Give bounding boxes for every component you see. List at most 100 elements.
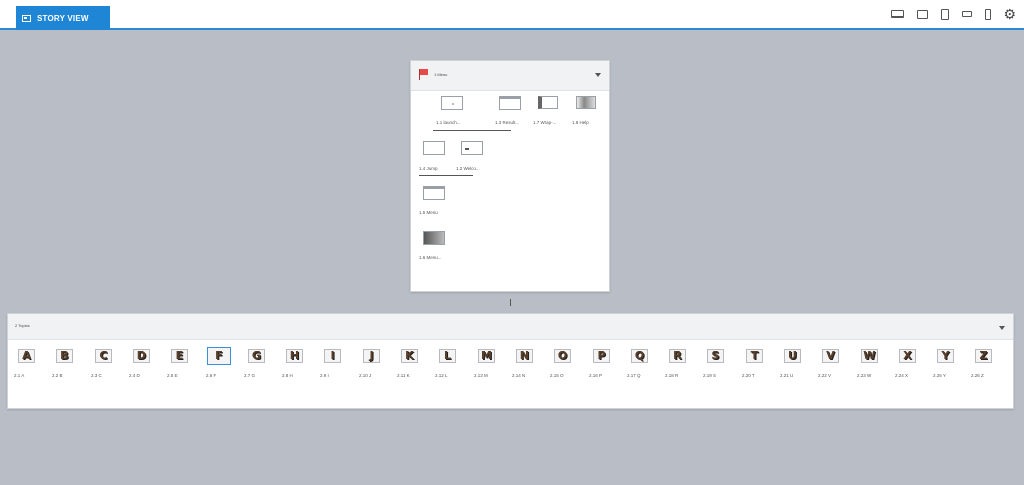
letter-image: W [863, 349, 876, 362]
slide-thumbnail[interactable]: B [56, 349, 73, 363]
slide-thumbnail[interactable]: O [554, 349, 571, 363]
tablet-landscape-icon[interactable] [962, 11, 973, 17]
top-bar: STORY VIEW ⚙ [0, 0, 1024, 30]
scene-title: 1 Menu [434, 72, 448, 77]
slide-thumbnail[interactable]: D [133, 349, 150, 363]
scene-header: 2 Topics [8, 314, 1013, 340]
slide-thumbnail[interactable]: T [746, 349, 763, 363]
slide-label: 2.15 O [550, 373, 564, 378]
slide-thumbnail[interactable]: J [363, 349, 380, 363]
letter-image: O [557, 349, 568, 362]
slide-label: 2.12 L [435, 373, 448, 378]
slide-label: 2.9 I [320, 373, 329, 378]
scene-panel-menu[interactable]: 1 Menu 1.1 launch... 1.3 Result... 1.7 W… [410, 60, 610, 292]
desktop-icon[interactable] [917, 9, 929, 19]
letter-image: D [136, 349, 147, 362]
slide-label: 2.23 W [857, 373, 872, 378]
tablet-portrait-icon[interactable] [941, 8, 950, 20]
slide-thumbnail[interactable] [423, 231, 447, 247]
slide-label: 2.2 B [52, 373, 63, 378]
slide-thumbnail[interactable] [499, 96, 523, 112]
slide-label: 1.3 Result... [495, 120, 520, 125]
letter-image: E [175, 349, 184, 362]
slide-thumbnail-image [461, 141, 483, 155]
slide-thumbnail-image [499, 96, 521, 110]
slide-label: 2.21 U [780, 373, 794, 378]
slide-thumbnail-image [423, 186, 445, 200]
slide-label: 2.18 R [665, 373, 679, 378]
slide-label: 2.7 G [244, 373, 256, 378]
letter-image: K [405, 349, 414, 362]
slide-thumbnail[interactable]: A [18, 349, 35, 363]
slide-thumbnail[interactable]: Y [937, 349, 954, 363]
slide-thumbnail[interactable] [441, 96, 465, 112]
slide-thumbnail[interactable]: S [707, 349, 724, 363]
slide-thumbnail[interactable]: E [171, 349, 188, 363]
slide-thumbnail[interactable]: C [95, 349, 112, 363]
slide-label: 1.4 Jump [419, 166, 438, 171]
slide-thumbnail[interactable]: M [478, 349, 495, 363]
slide-thumbnail[interactable]: I [324, 349, 341, 363]
slide-thumbnail[interactable]: X [899, 349, 916, 363]
slide-label: 2.1 A [14, 373, 25, 378]
slide-label: 2.11 K [397, 373, 410, 378]
story-view-tab[interactable]: STORY VIEW [16, 6, 110, 30]
slide-label: 1.1 launch... [436, 120, 461, 125]
letter-image: B [60, 349, 69, 362]
slide-thumbnail[interactable] [538, 96, 560, 112]
slide-label: 2.10 J [359, 373, 372, 378]
slide-label: 1.2 Welco... [456, 166, 480, 171]
laptop-icon[interactable] [891, 10, 905, 18]
slide-label: 2.3 C [91, 373, 102, 378]
slide-thumbnail[interactable]: K [401, 349, 418, 363]
letter-image: L [443, 349, 451, 362]
letter-image: U [788, 349, 797, 362]
story-view-icon [22, 14, 31, 22]
scene-header: 1 Menu [411, 61, 609, 91]
slide-thumbnail[interactable]: F [207, 347, 231, 365]
letter-image: Y [941, 349, 950, 362]
letter-image: X [903, 349, 912, 362]
slide-thumbnail[interactable] [423, 186, 447, 202]
connector-line [433, 130, 511, 131]
phone-icon[interactable] [985, 8, 992, 20]
slide-thumbnail[interactable]: V [822, 349, 839, 363]
slide-thumbnail[interactable]: L [439, 349, 456, 363]
slide-thumbnail[interactable]: R [669, 349, 686, 363]
letter-image: R [673, 349, 682, 362]
slide-label: 2.16 P [589, 373, 603, 378]
slide-label: 1.6 Menu... [419, 255, 442, 260]
letter-image: I [330, 349, 335, 362]
letter-image: T [750, 349, 759, 362]
chevron-down-icon[interactable] [999, 326, 1005, 330]
slide-thumbnail[interactable] [423, 141, 447, 157]
slide-thumbnail[interactable]: W [861, 349, 878, 363]
letter-image: P [597, 349, 606, 362]
slide-thumbnail[interactable]: H [286, 349, 303, 363]
letter-image: M [481, 349, 492, 362]
slide-thumbnail[interactable]: Z [975, 349, 992, 363]
letter-image: H [289, 349, 300, 362]
slide-thumbnail[interactable]: U [784, 349, 801, 363]
letter-image: S [711, 349, 720, 362]
device-preview-toolbar: ⚙ [878, 7, 1016, 21]
slide-thumbnail[interactable] [461, 141, 485, 157]
scene-panel-topics[interactable]: 2 Topics A 2.1 A B 2.2 B C 2.3 C D 2.4 D E 2.5 E F… [7, 313, 1014, 409]
slide-thumbnail[interactable]: N [516, 349, 533, 363]
gear-icon[interactable]: ⚙ [1003, 7, 1016, 21]
letter-image: J [369, 349, 374, 362]
slide-thumbnail[interactable]: G [248, 349, 265, 363]
slide-label: 2.4 D [129, 373, 140, 378]
slide-label: 2.20 T [742, 373, 755, 378]
slide-thumbnail[interactable] [576, 96, 598, 112]
chevron-down-icon[interactable] [595, 73, 601, 77]
slide-thumbnail[interactable]: P [593, 349, 610, 363]
letter-image: A [22, 349, 31, 362]
slide-thumbnail[interactable]: Q [631, 349, 648, 363]
letter-image: N [519, 349, 530, 362]
story-view-label: STORY VIEW [37, 13, 89, 23]
flag-icon [419, 69, 429, 80]
slide-thumbnail-image [441, 96, 463, 110]
slide-thumbnail-image [576, 96, 596, 109]
slide-label: 2.5 E [167, 373, 178, 378]
